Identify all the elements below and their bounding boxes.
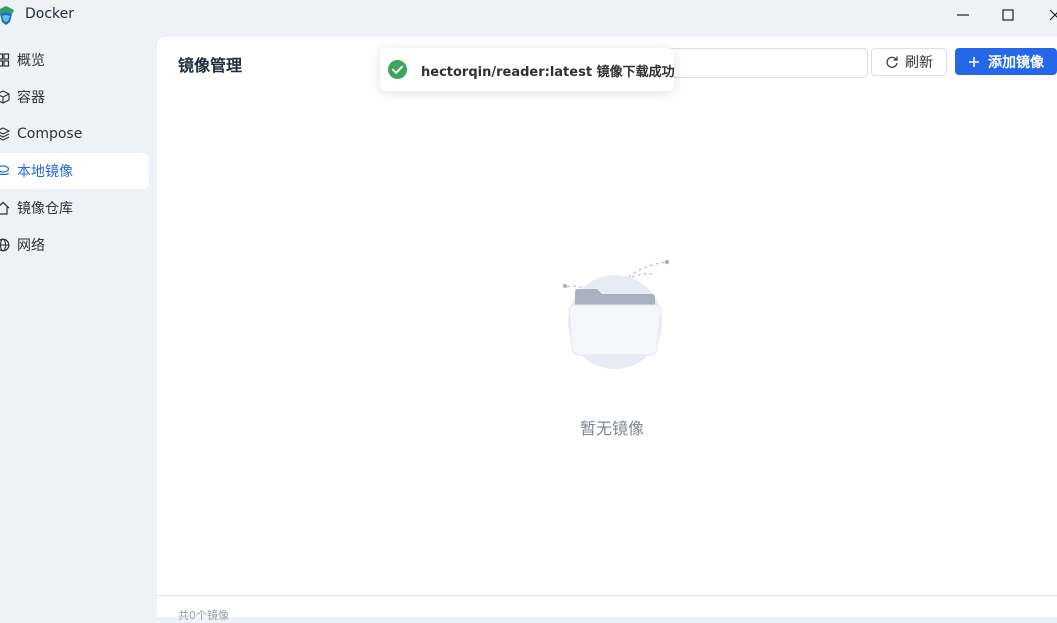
sidebar-item-label: 本地镜像 — [17, 164, 73, 180]
success-toast: hectorqin/reader:latest 镜像下载成功 — [380, 48, 675, 91]
add-image-label: 添加镜像 — [988, 54, 1044, 71]
plus-icon — [969, 56, 979, 67]
minimize-button[interactable] — [940, 0, 986, 30]
sidebar: 概览 容器 Compose 本地镜像 镜像仓库 网络 — [0, 42, 150, 264]
refresh-button[interactable]: 刷新 — [871, 48, 947, 76]
image-count: 共0个镜像 — [178, 609, 229, 622]
title-bar: Docker — [0, 0, 1057, 36]
sidebar-item-label: 网络 — [17, 238, 45, 254]
check-circle-icon — [388, 60, 407, 79]
sidebar-item-compose[interactable]: Compose — [0, 116, 150, 152]
empty-state-text: 暂无镜像 — [579, 419, 644, 438]
main-panel: 镜像管理 刷新 添加镜像 暂无镜像 共0个镜像 — [157, 37, 1057, 622]
empty-folder-illustration — [563, 259, 670, 369]
image-icon — [0, 165, 10, 176]
house-icon — [0, 201, 10, 215]
sidebar-item-network[interactable]: 网络 — [0, 227, 150, 263]
sidebar-item-label: 容器 — [17, 90, 45, 106]
sidebar-item-local-images[interactable]: 本地镜像 — [0, 153, 149, 189]
app-title: Docker — [25, 6, 75, 22]
add-image-button[interactable]: 添加镜像 — [955, 48, 1057, 75]
maximize-button[interactable] — [985, 0, 1031, 30]
grid-icon — [0, 53, 10, 67]
close-icon — [1049, 9, 1057, 21]
sidebar-item-containers[interactable]: 容器 — [0, 79, 150, 115]
sidebar-item-registry[interactable]: 镜像仓库 — [0, 190, 150, 226]
cube-icon — [0, 90, 10, 104]
refresh-icon — [886, 56, 898, 68]
sidebar-item-label: Compose — [17, 126, 83, 142]
close-button[interactable] — [1032, 0, 1057, 30]
layers-icon — [0, 127, 10, 141]
globe-icon — [0, 238, 10, 252]
refresh-label: 刷新 — [905, 55, 933, 71]
footer-divider — [157, 595, 1057, 596]
search-input[interactable] — [657, 48, 868, 78]
maximize-icon — [1002, 9, 1014, 21]
sidebar-item-label: 概览 — [17, 53, 45, 69]
page-title: 镜像管理 — [178, 56, 243, 75]
toast-message: hectorqin/reader:latest 镜像下载成功 — [421, 65, 675, 80]
sidebar-item-label: 镜像仓库 — [17, 201, 73, 217]
docker-app-icon — [0, 6, 14, 25]
sidebar-item-overview[interactable]: 概览 — [0, 42, 150, 78]
minimize-icon — [957, 14, 969, 16]
